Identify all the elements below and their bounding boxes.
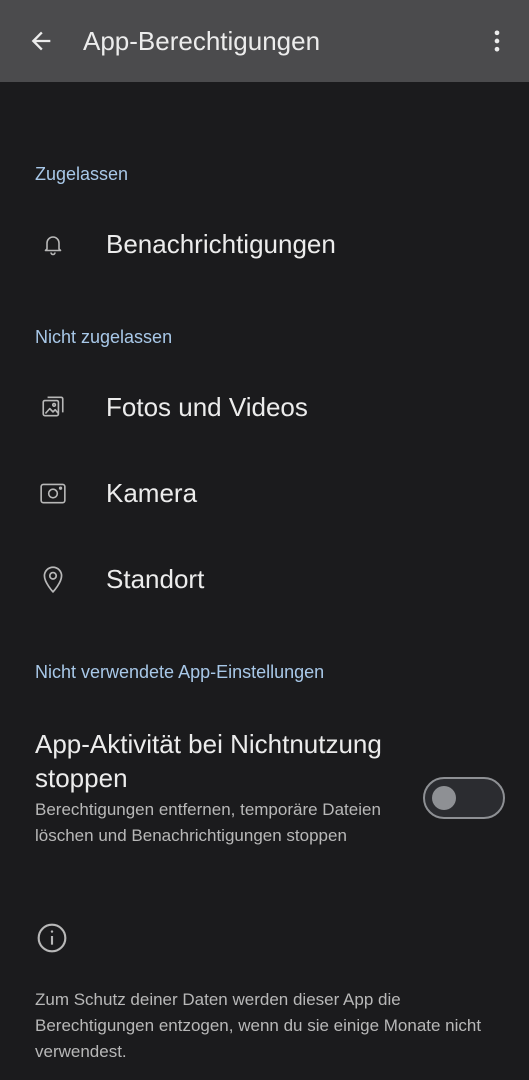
location-pin-icon	[36, 565, 70, 593]
more-options-button[interactable]	[479, 20, 515, 62]
permission-label: Fotos und Videos	[106, 392, 308, 422]
permission-label: Kamera	[106, 478, 198, 508]
top-app-bar: App-Berechtigungen	[0, 0, 529, 82]
page-title: App-Berechtigungen	[83, 26, 321, 56]
pause-app-activity-toggle[interactable]	[423, 777, 505, 819]
permission-label: Standort	[106, 564, 205, 594]
more-vert-icon	[494, 30, 500, 52]
section-header-unused: Nicht verwendete App-Einstellungen	[35, 662, 325, 682]
section-header-allowed: Zugelassen	[35, 164, 129, 184]
permission-item-notifications[interactable]: Benachrichtigungen	[0, 208, 529, 280]
bell-icon	[36, 230, 70, 258]
permission-label: Benachrichtigungen	[106, 229, 336, 259]
arrow-back-icon	[31, 31, 51, 51]
info-icon	[36, 922, 68, 954]
footer-info-text: Zum Schutz deiner Daten werden dieser Ap…	[35, 990, 482, 1061]
back-button[interactable]	[20, 20, 62, 62]
section-header-not-allowed: Nicht zugelassen	[35, 327, 173, 347]
toggle-knob	[432, 786, 456, 810]
permission-item-location[interactable]: Standort	[0, 543, 529, 615]
photos-icon	[36, 393, 70, 421]
camera-icon	[36, 479, 70, 507]
permission-item-camera[interactable]: Kamera	[0, 457, 529, 529]
permission-item-photos-videos[interactable]: Fotos und Videos	[0, 371, 529, 443]
switch-summary: Berechtigungen entfernen, temporäre Date…	[35, 800, 381, 845]
switch-title: App-Aktivität bei Nichtnutzung stoppen	[35, 729, 382, 793]
